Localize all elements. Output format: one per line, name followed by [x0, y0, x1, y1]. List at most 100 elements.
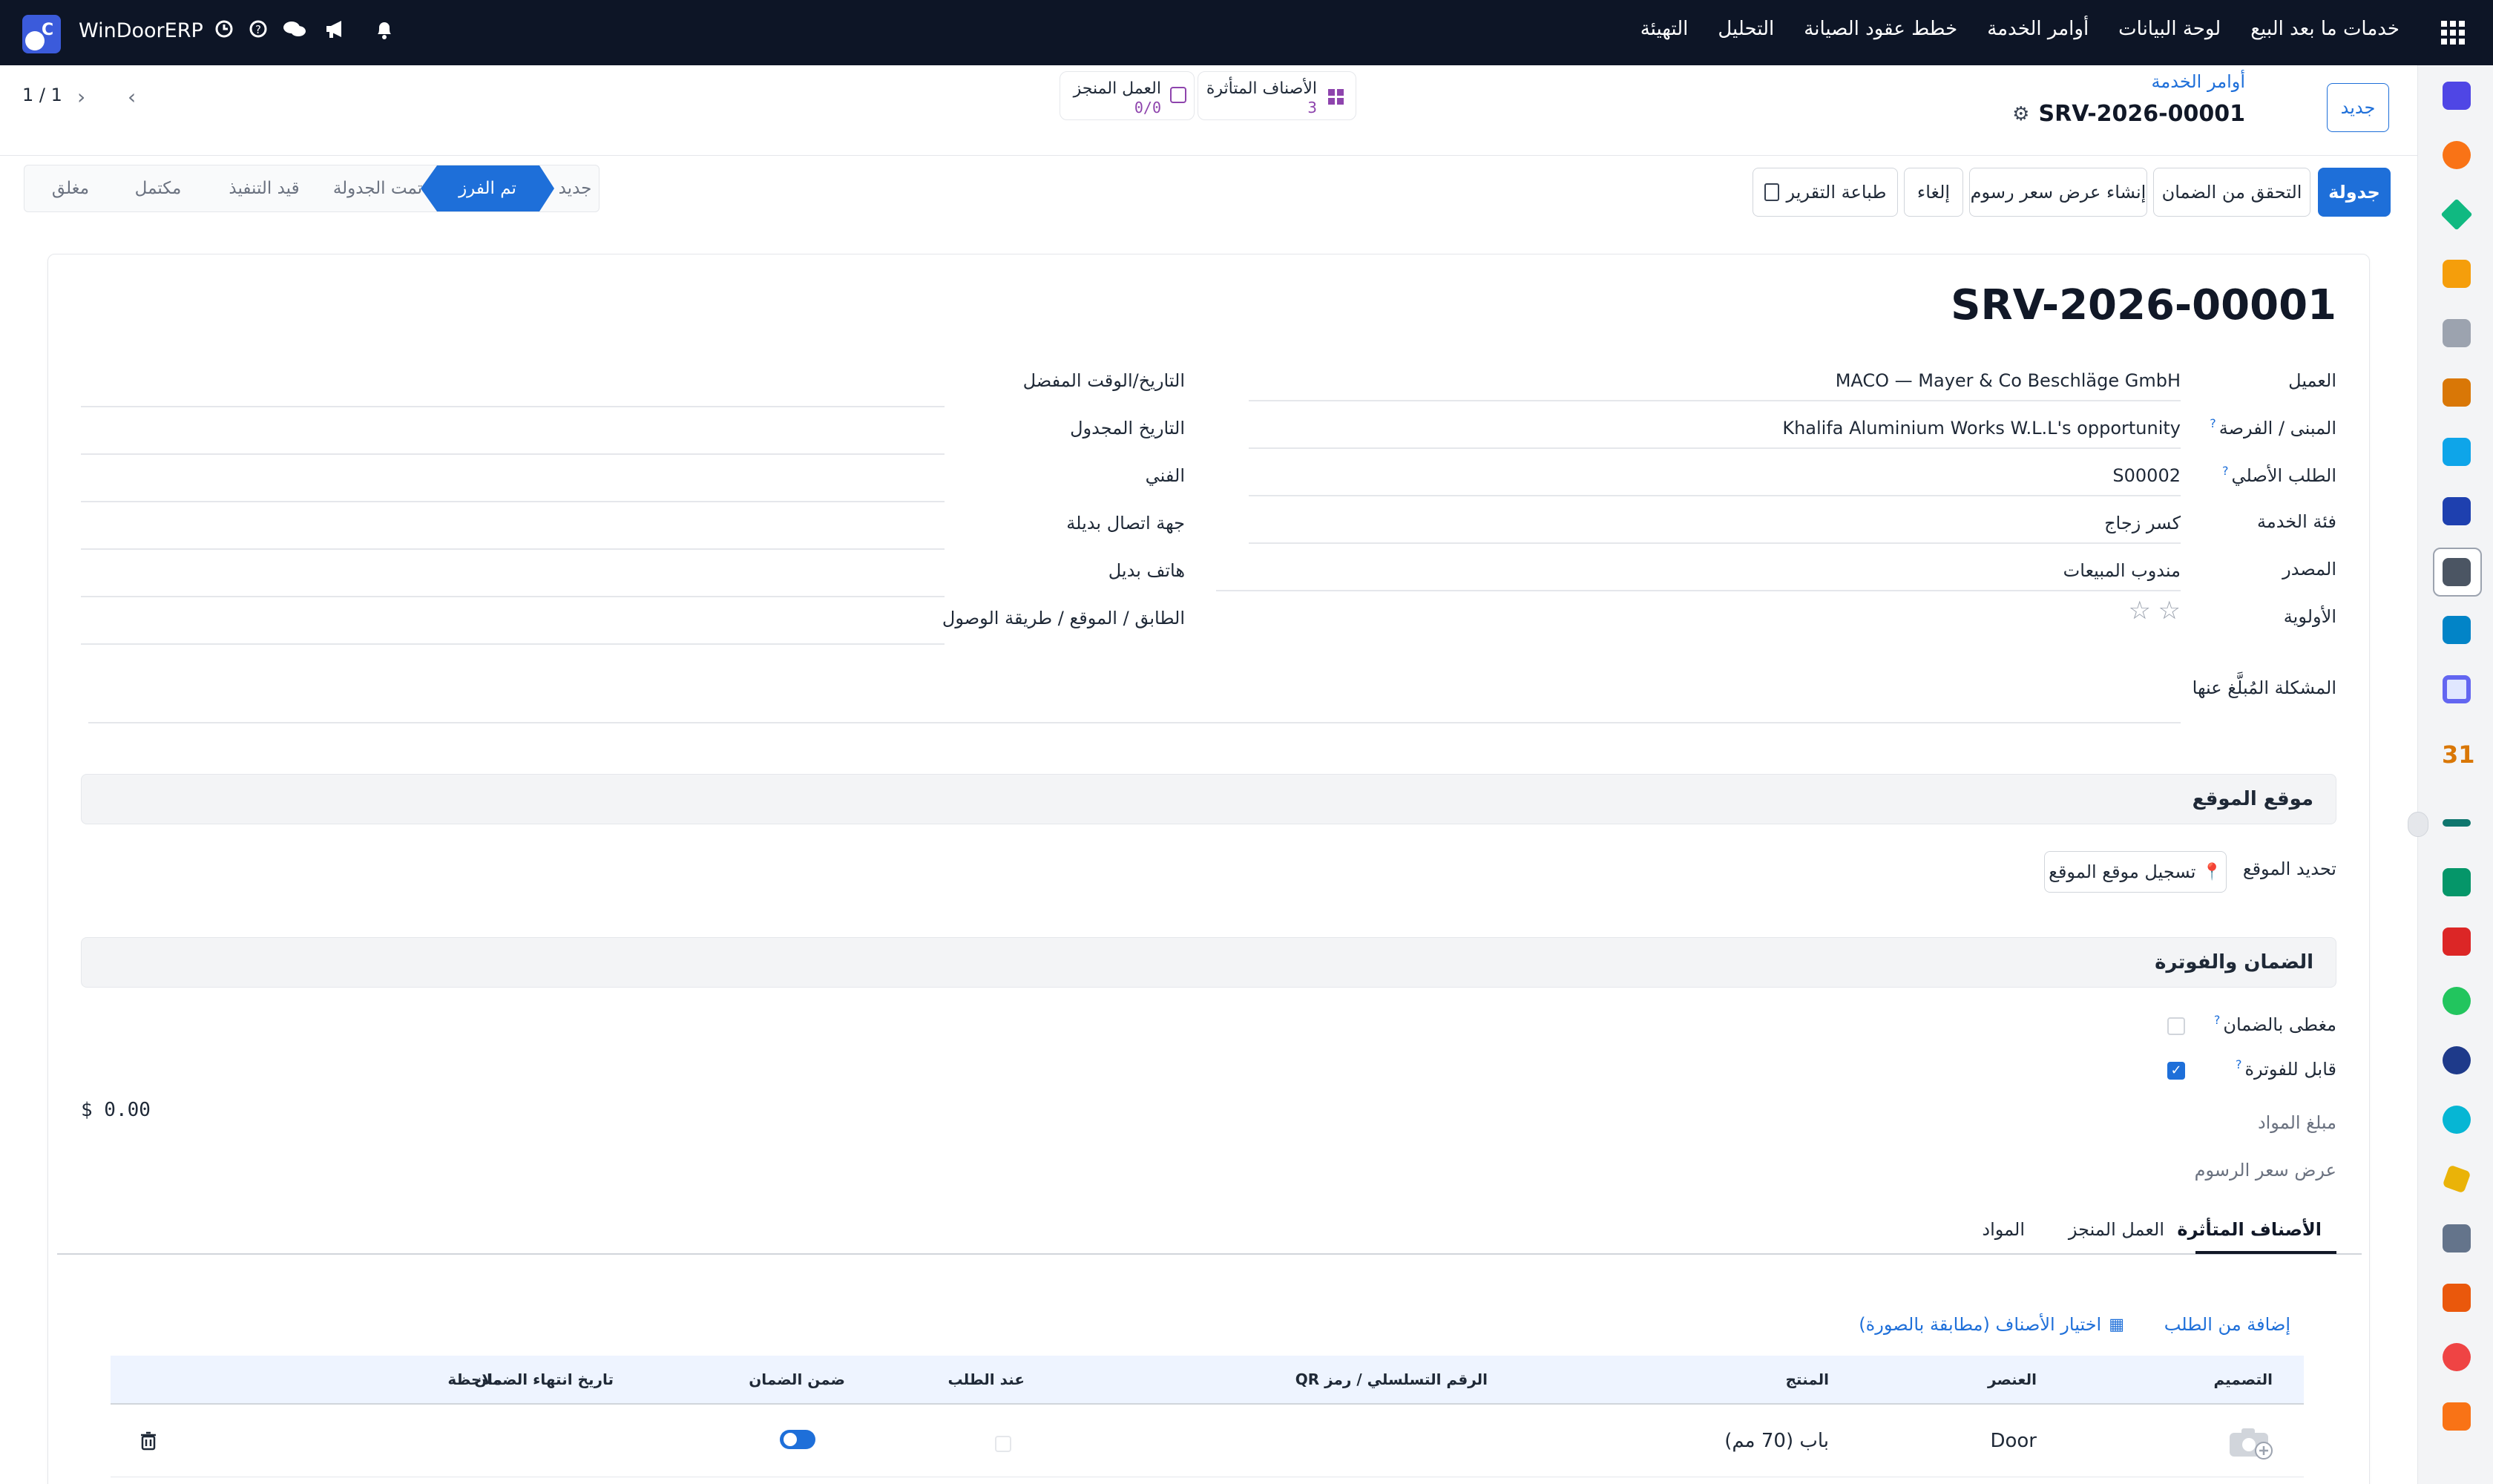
stage-completed[interactable]: مكتمل	[115, 165, 201, 211]
row-in-warranty-toggle[interactable]	[780, 1430, 815, 1449]
stage-new[interactable]: جديد	[550, 165, 600, 211]
sign-app-icon[interactable]	[2443, 819, 2471, 827]
table-row[interactable]: Door باب (70 مم)	[111, 1406, 2304, 1477]
tab-affected-items[interactable]: الأصناف المتأثرة	[2162, 1219, 2336, 1240]
app-switcher-icon[interactable]	[2440, 19, 2466, 46]
create-quote-button[interactable]: إنشاء عرض سعر رسوم	[1969, 168, 2147, 217]
warranty-checkbox[interactable]	[2167, 1017, 2185, 1035]
clock-icon[interactable]	[213, 18, 235, 40]
hex-app-icon[interactable]	[2443, 1402, 2471, 1431]
col-on-order[interactable]: عند الطلب	[947, 1370, 1025, 1388]
help-mark-building[interactable]: ?	[2210, 416, 2216, 430]
row-on-order-checkbox[interactable]	[995, 1436, 1011, 1452]
gear-icon[interactable]: ⚙	[2012, 103, 2029, 125]
menu-config[interactable]: التهيئة	[1640, 18, 1689, 40]
stage-scheduled[interactable]: تمت الجدولة	[318, 165, 437, 211]
camera-plus-icon[interactable]	[2228, 1425, 2274, 1460]
help-mark-warranty[interactable]: ?	[2214, 1013, 2221, 1027]
whatsapp-app-icon[interactable]	[2443, 987, 2471, 1015]
chat-icon[interactable]	[282, 18, 307, 40]
menu-aftersales[interactable]: خدمات ما بعد البيع	[2250, 18, 2400, 40]
next-record-icon[interactable]: ›	[77, 85, 99, 109]
order-field[interactable]: S00002	[2112, 465, 2181, 486]
billable-checkbox[interactable]: ✓	[2167, 1062, 2185, 1080]
source-label: المصدر	[2282, 559, 2336, 580]
category-field[interactable]: كسر زجاج	[2104, 513, 2181, 533]
cancel-button[interactable]: إلغاء	[1904, 168, 1963, 217]
col-serial[interactable]: الرقم التسلسلي / رمز QR	[1295, 1370, 1488, 1388]
gallery-app-icon[interactable]	[2443, 378, 2471, 407]
col-design[interactable]: التصميم	[2214, 1370, 2273, 1388]
library-app-icon[interactable]	[2443, 497, 2471, 525]
alt-contact-field[interactable]	[81, 548, 945, 550]
company-logo[interactable]: C	[22, 15, 61, 53]
delete-row-icon[interactable]	[140, 1431, 157, 1451]
help-icon[interactable]: ?	[247, 18, 269, 40]
table-app-icon[interactable]	[2443, 1224, 2471, 1252]
pager-value[interactable]: 1 / 1	[22, 85, 62, 105]
tech-field[interactable]	[81, 501, 945, 502]
employees-app-icon[interactable]	[2443, 868, 2471, 896]
breadcrumb[interactable]: أوامر الخدمة	[2152, 71, 2245, 92]
contacts-app-icon[interactable]	[2443, 675, 2471, 703]
menu-analysis[interactable]: التحليل	[1718, 18, 1774, 40]
stage-in-progress[interactable]: قيد التنفيذ	[208, 165, 320, 211]
tab-work-done[interactable]: العمل المنجز	[2069, 1219, 2164, 1240]
reports-app-icon[interactable]	[2443, 260, 2471, 288]
schedule-button[interactable]: جدولة	[2318, 168, 2391, 217]
tab-materials[interactable]: المواد	[1982, 1219, 2025, 1240]
col-product[interactable]: المنتج	[1785, 1370, 1829, 1388]
smart-button-affected-items[interactable]: الأصناف المتأثرة 3	[1198, 71, 1356, 120]
print-report-button[interactable]: طباعة التقرير	[1753, 168, 1898, 217]
sched-date-field[interactable]	[81, 453, 945, 455]
tasks-app-icon[interactable]	[2443, 438, 2471, 466]
help-mark-billable[interactable]: ?	[2236, 1057, 2242, 1071]
smart-button-work-done[interactable]: العمل المنجز 0/0	[1060, 71, 1195, 120]
prev-record-icon[interactable]: ‹	[128, 85, 150, 109]
documents-app-icon[interactable]	[2443, 616, 2471, 644]
record-location-button[interactable]: 📍 تسجيل موقع الموقع	[2044, 851, 2227, 893]
menu-maintenance-plans[interactable]: خطط عقود الصيانة	[1804, 18, 1957, 40]
pick-items-link[interactable]: ▦ اختيار الأصناف (مطابقة بالصورة)	[1859, 1314, 2124, 1335]
warranty-check-button[interactable]: التحقق من الضمان	[2153, 168, 2310, 217]
mail-app-icon[interactable]	[2443, 82, 2471, 110]
col-element[interactable]: العنصر	[1988, 1370, 2037, 1388]
col-note[interactable]: ملاحظة	[447, 1370, 502, 1388]
issue-field-line[interactable]	[88, 722, 2181, 723]
service-app-icon[interactable]	[2443, 558, 2471, 586]
menu-dashboard[interactable]: لوحة البيانات	[2118, 18, 2221, 40]
customer-field[interactable]: MACO — Mayer & Co Beschläge GmbH	[1836, 370, 2181, 391]
sched-date-label: التاريخ المجدول	[1070, 418, 1185, 439]
brand-name[interactable]: WinDoorERP	[79, 19, 203, 42]
stage-closed[interactable]: مغلق	[41, 165, 100, 211]
affected-items-value: 3	[1307, 99, 1317, 116]
alt-phone-field[interactable]	[81, 596, 945, 597]
finance-app-icon[interactable]	[2440, 198, 2473, 231]
bell-icon[interactable]	[373, 18, 395, 42]
pie-app-icon[interactable]	[2443, 1343, 2471, 1371]
pref-date-field[interactable]	[81, 406, 945, 407]
menu-service-orders[interactable]: أوامر الخدمة	[1987, 18, 2089, 40]
cube-app-icon[interactable]	[2443, 1284, 2471, 1312]
new-button[interactable]: جديد	[2327, 83, 2389, 132]
floor-field[interactable]	[81, 643, 945, 645]
stage-triaged[interactable]: تم الفرز	[437, 165, 538, 211]
help-mark-order[interactable]: ?	[2222, 464, 2229, 478]
print-report-label: طباعة التقرير	[1786, 182, 1887, 203]
billing-section-title: الضمان والفوترة	[2155, 951, 2313, 974]
dashboard-app-icon[interactable]	[2443, 928, 2471, 956]
source-field[interactable]: مندوب المبيعات	[2063, 560, 2181, 581]
add-from-order-link[interactable]: إضافة من الطلب	[2164, 1314, 2290, 1335]
building-field[interactable]: Khalifa Aluminium Works W.L.L's opportun…	[1782, 418, 2181, 439]
discuss-app-icon[interactable]	[2443, 141, 2471, 169]
telegram-app-icon[interactable]	[2442, 1164, 2471, 1194]
priority-star-2-icon[interactable]: ☆	[2129, 596, 2151, 626]
inventory-app-icon[interactable]	[2443, 319, 2471, 347]
calendar-app-icon[interactable]: 31	[2442, 741, 2475, 769]
rail-collapse-handle[interactable]	[2408, 812, 2428, 837]
megaphone-icon[interactable]	[323, 18, 347, 40]
timer-app-icon[interactable]	[2443, 1046, 2471, 1074]
col-in-warranty[interactable]: ضمن الضمان	[749, 1370, 845, 1388]
planning-app-icon[interactable]	[2443, 1106, 2471, 1134]
priority-star-1-icon[interactable]: ☆	[2158, 596, 2181, 626]
